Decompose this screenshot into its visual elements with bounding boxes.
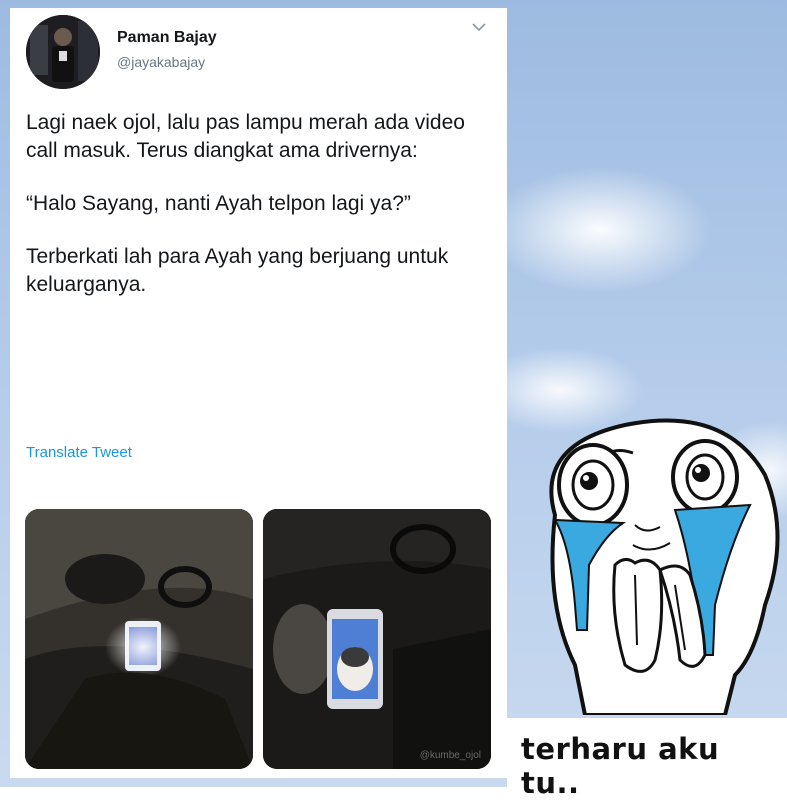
tweet-photo[interactable] [25,509,253,769]
chevron-down-icon[interactable] [472,22,486,32]
translate-tweet-link[interactable]: Translate Tweet [26,444,132,461]
tweet-photo[interactable]: @kumbe_ojol [263,509,491,769]
tweet-paragraph: “Halo Sayang, nanti Ayah telpon lagi ya?… [26,192,411,215]
photo-watermark: @kumbe_ojol [419,750,481,761]
author-name[interactable]: Paman Bajay [117,29,217,47]
avatar[interactable] [26,15,100,89]
crying-rage-face-meme [549,418,780,715]
tweet-text: Lagi naek ojol, lalu pas lampu merah ada… [26,109,496,324]
meme-caption-box: terharu aku tu.. [507,718,787,800]
meme-caption: terharu aku tu.. [521,732,720,800]
tweet-paragraph: Lagi naek ojol, lalu pas lampu merah ada… [26,111,465,162]
tweet-paragraph: Terberkati lah para Ayah yang berjuang u… [26,245,449,296]
tweet-card: Paman Bajay @jayakabajay Lagi naek ojol,… [10,8,507,778]
author-handle[interactable]: @jayakabajay [117,54,205,70]
